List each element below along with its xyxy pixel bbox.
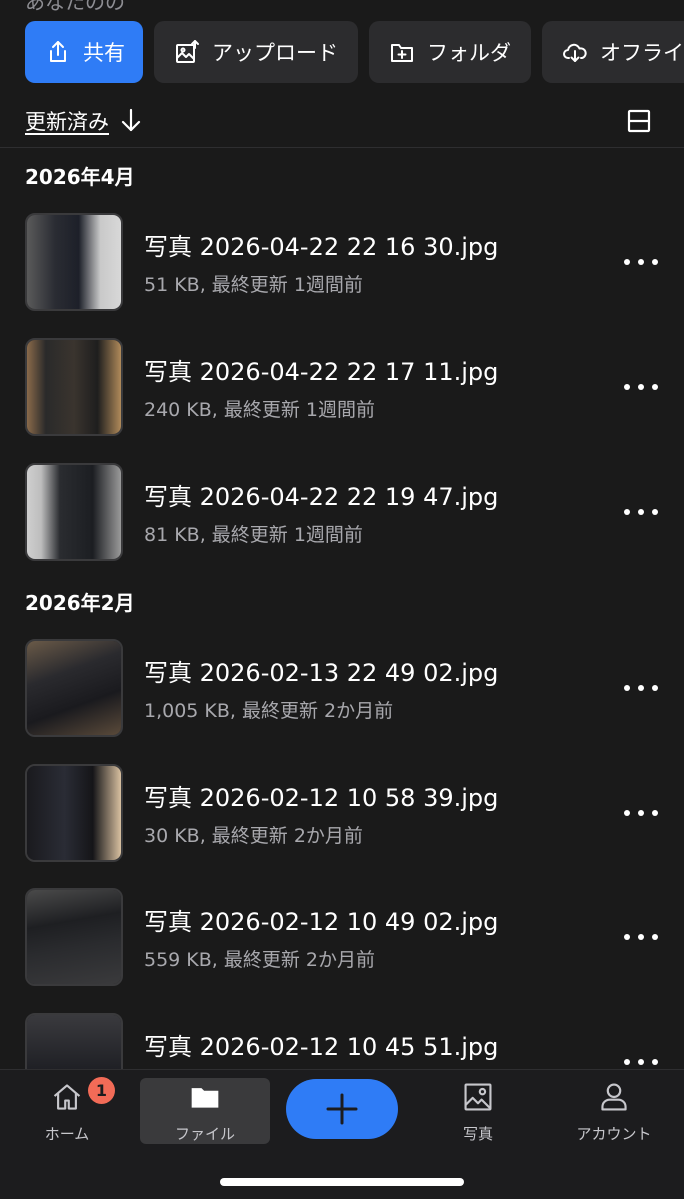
file-thumbnail xyxy=(25,888,123,986)
upload-button[interactable]: アップロード xyxy=(154,21,358,83)
file-meta: 51 KB, 最終更新 1週間前 xyxy=(144,274,363,296)
file-row[interactable]: 写真 2026-02-12 10 58 39.jpg 30 KB, 最終更新 2… xyxy=(0,764,684,874)
file-name: 写真 2026-02-13 22 49 02.jpg xyxy=(144,659,499,687)
file-meta: 1,005 KB, 最終更新 2か月前 xyxy=(144,700,394,722)
section-title-february: 2026年2月 xyxy=(25,591,135,615)
more-options-icon[interactable] xyxy=(624,378,658,396)
section-header-partial: あなたのの xyxy=(25,0,125,14)
layout-toggle-icon[interactable] xyxy=(626,108,652,134)
file-row[interactable]: 写真 2026-02-13 22 49 02.jpg 1,005 KB, 最終更… xyxy=(0,639,684,749)
home-icon xyxy=(53,1084,81,1110)
tab-home-label: ホーム xyxy=(44,1125,90,1143)
more-options-icon[interactable] xyxy=(624,928,658,946)
file-meta: 30 KB, 最終更新 2か月前 xyxy=(144,825,363,847)
new-folder-icon xyxy=(389,39,415,65)
tab-photos[interactable]: 写真 xyxy=(413,1078,543,1144)
tab-account-label: アカウント xyxy=(576,1125,652,1143)
file-thumbnail xyxy=(25,764,123,862)
sort-toolbar: 更新済み xyxy=(0,100,684,148)
sort-by-button[interactable]: 更新済み xyxy=(25,106,109,136)
cloud-download-icon xyxy=(562,39,588,65)
quick-actions-bar: 共有 アップロード フォルダ オフライ xyxy=(25,21,684,83)
photo-icon xyxy=(464,1083,492,1111)
tab-home[interactable]: ホーム 1 xyxy=(2,1077,132,1144)
section-title-april: 2026年4月 xyxy=(25,165,135,189)
files-screen: あなたのの 共有 アップロード フォルダ オフライ 更新済み 2026年4月 写… xyxy=(0,0,684,1199)
file-row[interactable]: 写真 2026-04-22 22 16 30.jpg 51 KB, 最終更新 1… xyxy=(0,213,684,323)
person-icon xyxy=(601,1083,627,1111)
new-folder-button[interactable]: フォルダ xyxy=(369,21,531,83)
file-meta: 559 KB, 最終更新 2か月前 xyxy=(144,949,376,971)
share-icon xyxy=(45,39,71,65)
offline-button-label: オフライ xyxy=(600,41,684,65)
more-options-icon[interactable] xyxy=(624,804,658,822)
tab-files[interactable]: ファイル xyxy=(140,1078,270,1144)
upload-button-label: アップロード xyxy=(212,41,338,65)
file-name: 写真 2026-02-12 10 45 51.jpg xyxy=(144,1033,499,1061)
file-thumbnail xyxy=(25,463,123,561)
file-name: 写真 2026-04-22 22 19 47.jpg xyxy=(144,483,499,511)
share-button[interactable]: 共有 xyxy=(25,21,143,83)
file-thumbnail xyxy=(25,338,123,436)
offline-button[interactable]: オフライ xyxy=(542,21,684,83)
file-name: 写真 2026-02-12 10 49 02.jpg xyxy=(144,908,499,936)
more-options-icon[interactable] xyxy=(624,253,658,271)
tab-photos-label: 写真 xyxy=(462,1125,493,1143)
more-options-icon[interactable] xyxy=(624,503,658,521)
file-name: 写真 2026-04-22 22 16 30.jpg xyxy=(144,233,499,261)
plus-icon xyxy=(326,1093,358,1125)
arrow-down-icon[interactable] xyxy=(118,106,144,134)
file-row[interactable]: 写真 2026-04-22 22 17 11.jpg 240 KB, 最終更新 … xyxy=(0,338,684,448)
home-indicator xyxy=(220,1178,464,1186)
folder-icon xyxy=(191,1088,219,1108)
tab-files-label: ファイル xyxy=(174,1125,235,1143)
file-name: 写真 2026-04-22 22 17 11.jpg xyxy=(144,358,499,386)
file-meta: 81 KB, 最終更新 1週間前 xyxy=(144,524,363,546)
upload-image-icon xyxy=(174,39,200,65)
file-thumbnail xyxy=(25,639,123,737)
file-row[interactable]: 写真 2026-02-12 10 49 02.jpg 559 KB, 最終更新 … xyxy=(0,888,684,998)
more-options-icon[interactable] xyxy=(624,679,658,697)
file-meta: 240 KB, 最終更新 1週間前 xyxy=(144,399,376,421)
file-thumbnail xyxy=(25,213,123,311)
file-name: 写真 2026-02-12 10 58 39.jpg xyxy=(144,784,499,812)
file-row[interactable]: 写真 2026-04-22 22 19 47.jpg 81 KB, 最終更新 1… xyxy=(0,463,684,573)
new-folder-button-label: フォルダ xyxy=(427,41,511,65)
notification-badge: 1 xyxy=(88,1077,115,1104)
create-button[interactable] xyxy=(286,1079,398,1139)
share-button-label: 共有 xyxy=(83,41,125,65)
tab-account[interactable]: アカウント xyxy=(549,1078,679,1144)
